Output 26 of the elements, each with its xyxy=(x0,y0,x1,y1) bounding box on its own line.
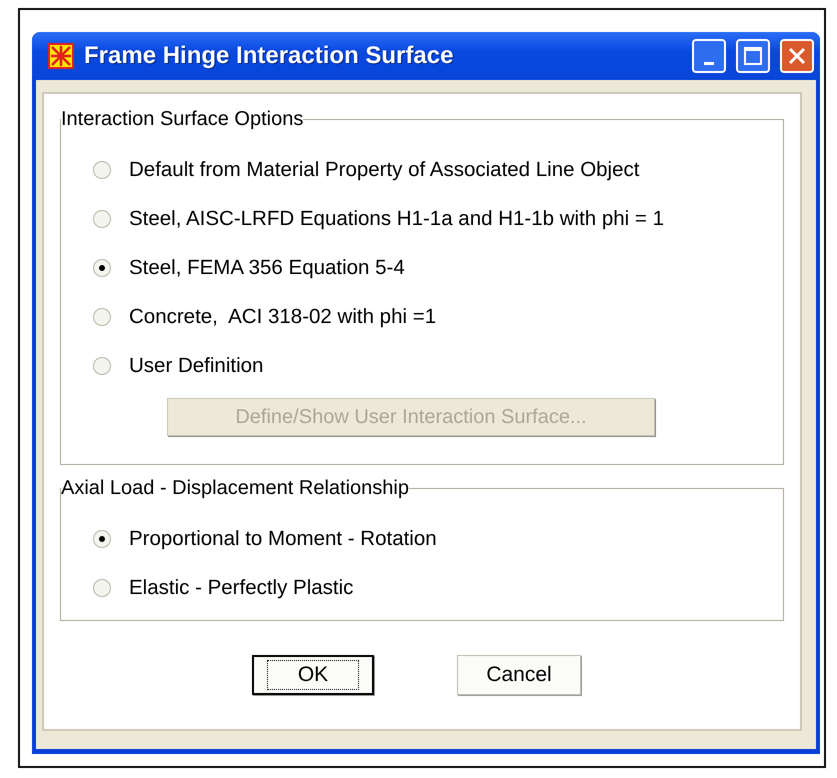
option-label: Elastic - Perfectly Plastic xyxy=(129,576,354,600)
option-label: User Definition xyxy=(129,354,264,378)
minimize-icon xyxy=(704,62,714,64)
group-title: Interaction Surface Options xyxy=(61,108,304,131)
option-label: Proportional to Moment - Rotation xyxy=(129,526,437,550)
option-label: Default from Material Property of Associated Line Object xyxy=(129,158,640,182)
radio-button[interactable] xyxy=(93,308,111,326)
window-title: Frame Hinge Interaction Surface xyxy=(84,42,454,70)
group-title: Axial Load - Displacement Relationship xyxy=(61,477,409,500)
radio-button[interactable] xyxy=(93,578,111,596)
close-icon xyxy=(788,47,806,65)
dialog-button[interactable]: Cancel xyxy=(457,655,581,695)
minimize-button[interactable] xyxy=(692,39,726,73)
option-label: Steel, FEMA 356 Equation 5-4 xyxy=(129,256,405,280)
close-button[interactable] xyxy=(780,39,814,73)
radio-button[interactable] xyxy=(93,530,111,548)
app-logo-icon xyxy=(48,43,74,69)
radio-button[interactable] xyxy=(93,160,111,178)
maximize-icon xyxy=(744,47,762,65)
radio-button[interactable] xyxy=(93,356,111,374)
dialog-button[interactable]: OK xyxy=(252,655,374,695)
maximize-button[interactable] xyxy=(736,39,770,73)
option-label: Concrete, ACI 318-02 with phi =1 xyxy=(129,304,436,328)
radio-button[interactable] xyxy=(93,258,111,276)
option-label: Steel, AISC-LRFD Equations H1-1a and H1-1b with phi = 1 xyxy=(129,206,664,230)
radio-button[interactable] xyxy=(93,210,111,228)
